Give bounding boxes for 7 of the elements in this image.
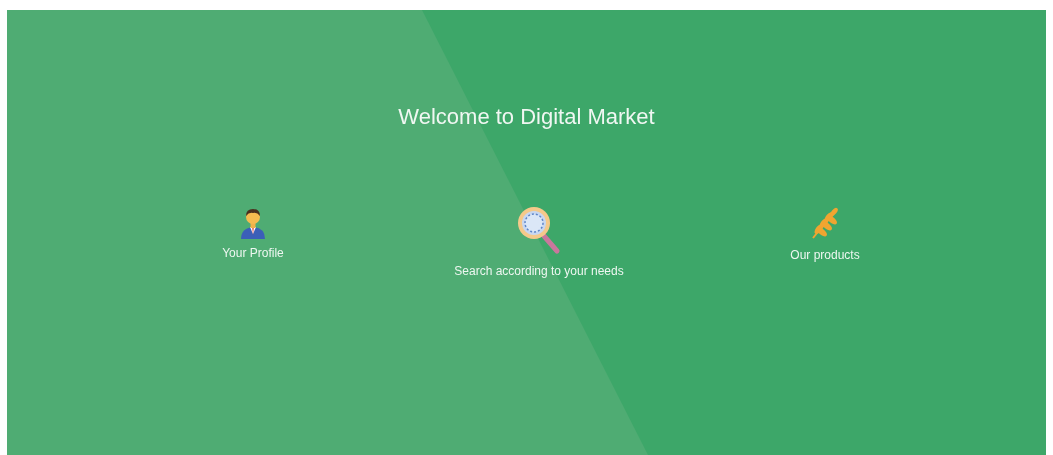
feature-link[interactable]: Search according to your needs — [454, 263, 624, 279]
feature-link[interactable]: Our products — [790, 247, 860, 263]
magnifier-icon — [516, 205, 562, 255]
hero-title: Welcome to Digital Market — [398, 103, 655, 131]
wheat-icon — [811, 207, 839, 239]
person-icon — [240, 207, 266, 239]
feature-link[interactable]: Your Profile — [222, 245, 284, 261]
